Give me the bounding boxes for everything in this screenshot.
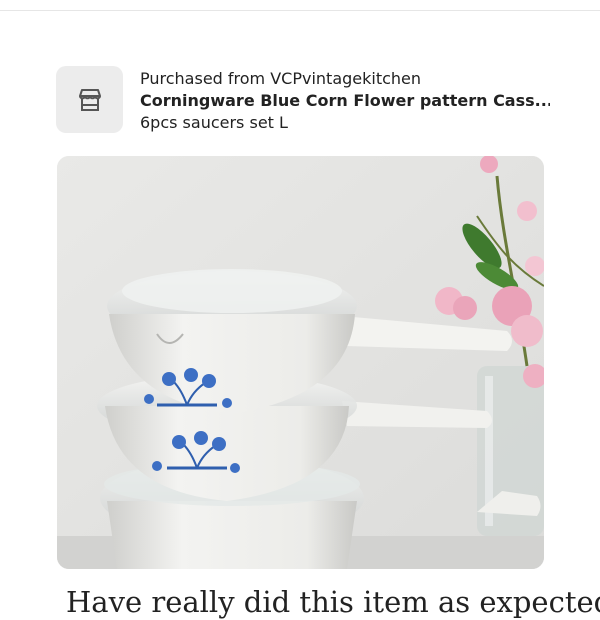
cookware-photo — [57, 156, 544, 569]
purchase-details: Purchased from VCPvintagekitchen Corning… — [140, 68, 550, 134]
item-title[interactable]: Corningware Blue Corn Flower pattern Cas… — [140, 90, 550, 112]
review-photo[interactable] — [57, 156, 544, 569]
top-bar — [0, 0, 600, 11]
item-variant: 6pcs saucers set L — [140, 113, 288, 132]
storefront-icon — [78, 88, 101, 111]
shop-name-line[interactable]: Purchased from VCPvintagekitchen — [140, 68, 550, 90]
shop-thumbnail[interactable] — [56, 66, 123, 133]
purchased-item-card[interactable]: Purchased from VCPvintagekitchen Corning… — [56, 66, 556, 134]
review-text: Have really did this item as expected — [66, 585, 600, 619]
